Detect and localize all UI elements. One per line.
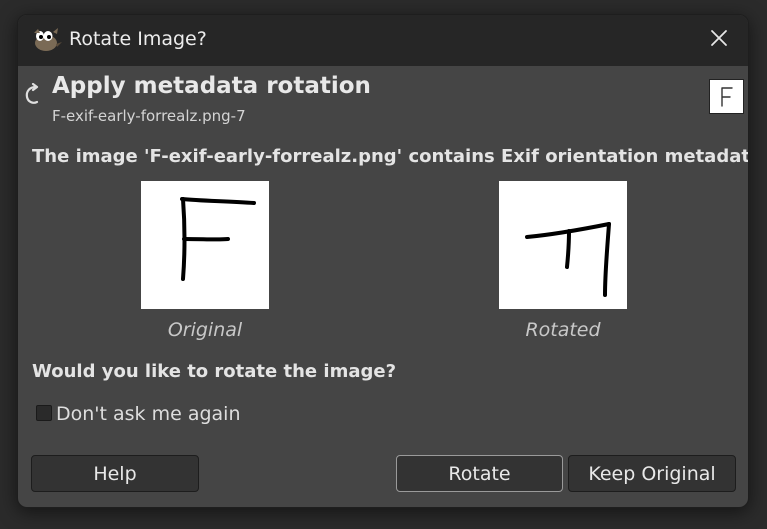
rotate-button[interactable]: Rotate (396, 455, 563, 492)
help-button[interactable]: Help (31, 455, 199, 492)
original-preview (141, 181, 269, 309)
header-subtitle: F-exif-early-forrealz.png-7 (52, 107, 246, 125)
close-button[interactable] (704, 25, 734, 55)
header-title: Apply metadata rotation (52, 73, 371, 99)
close-icon (710, 29, 728, 51)
rotate-question: Would you like to rotate the image? (32, 361, 397, 382)
window-title: Rotate Image? (69, 28, 207, 50)
exif-info-text: The image 'F-exif-early-forrealz.png' co… (32, 146, 749, 167)
wilber-icon (31, 26, 63, 54)
title-bar: Rotate Image? (18, 15, 748, 66)
image-thumbnail (709, 79, 744, 114)
rotated-preview (499, 181, 627, 309)
dont-ask-checkbox[interactable] (36, 405, 52, 421)
dont-ask-label[interactable]: Don't ask me again (56, 403, 241, 425)
original-caption: Original (167, 319, 243, 341)
rotate-arrow-icon (22, 82, 44, 107)
rotated-caption: Rotated (525, 319, 601, 341)
rotate-image-dialog: Rotate Image? Apply metadata rotation F-… (17, 14, 749, 508)
keep-original-button[interactable]: Keep Original (568, 455, 736, 492)
